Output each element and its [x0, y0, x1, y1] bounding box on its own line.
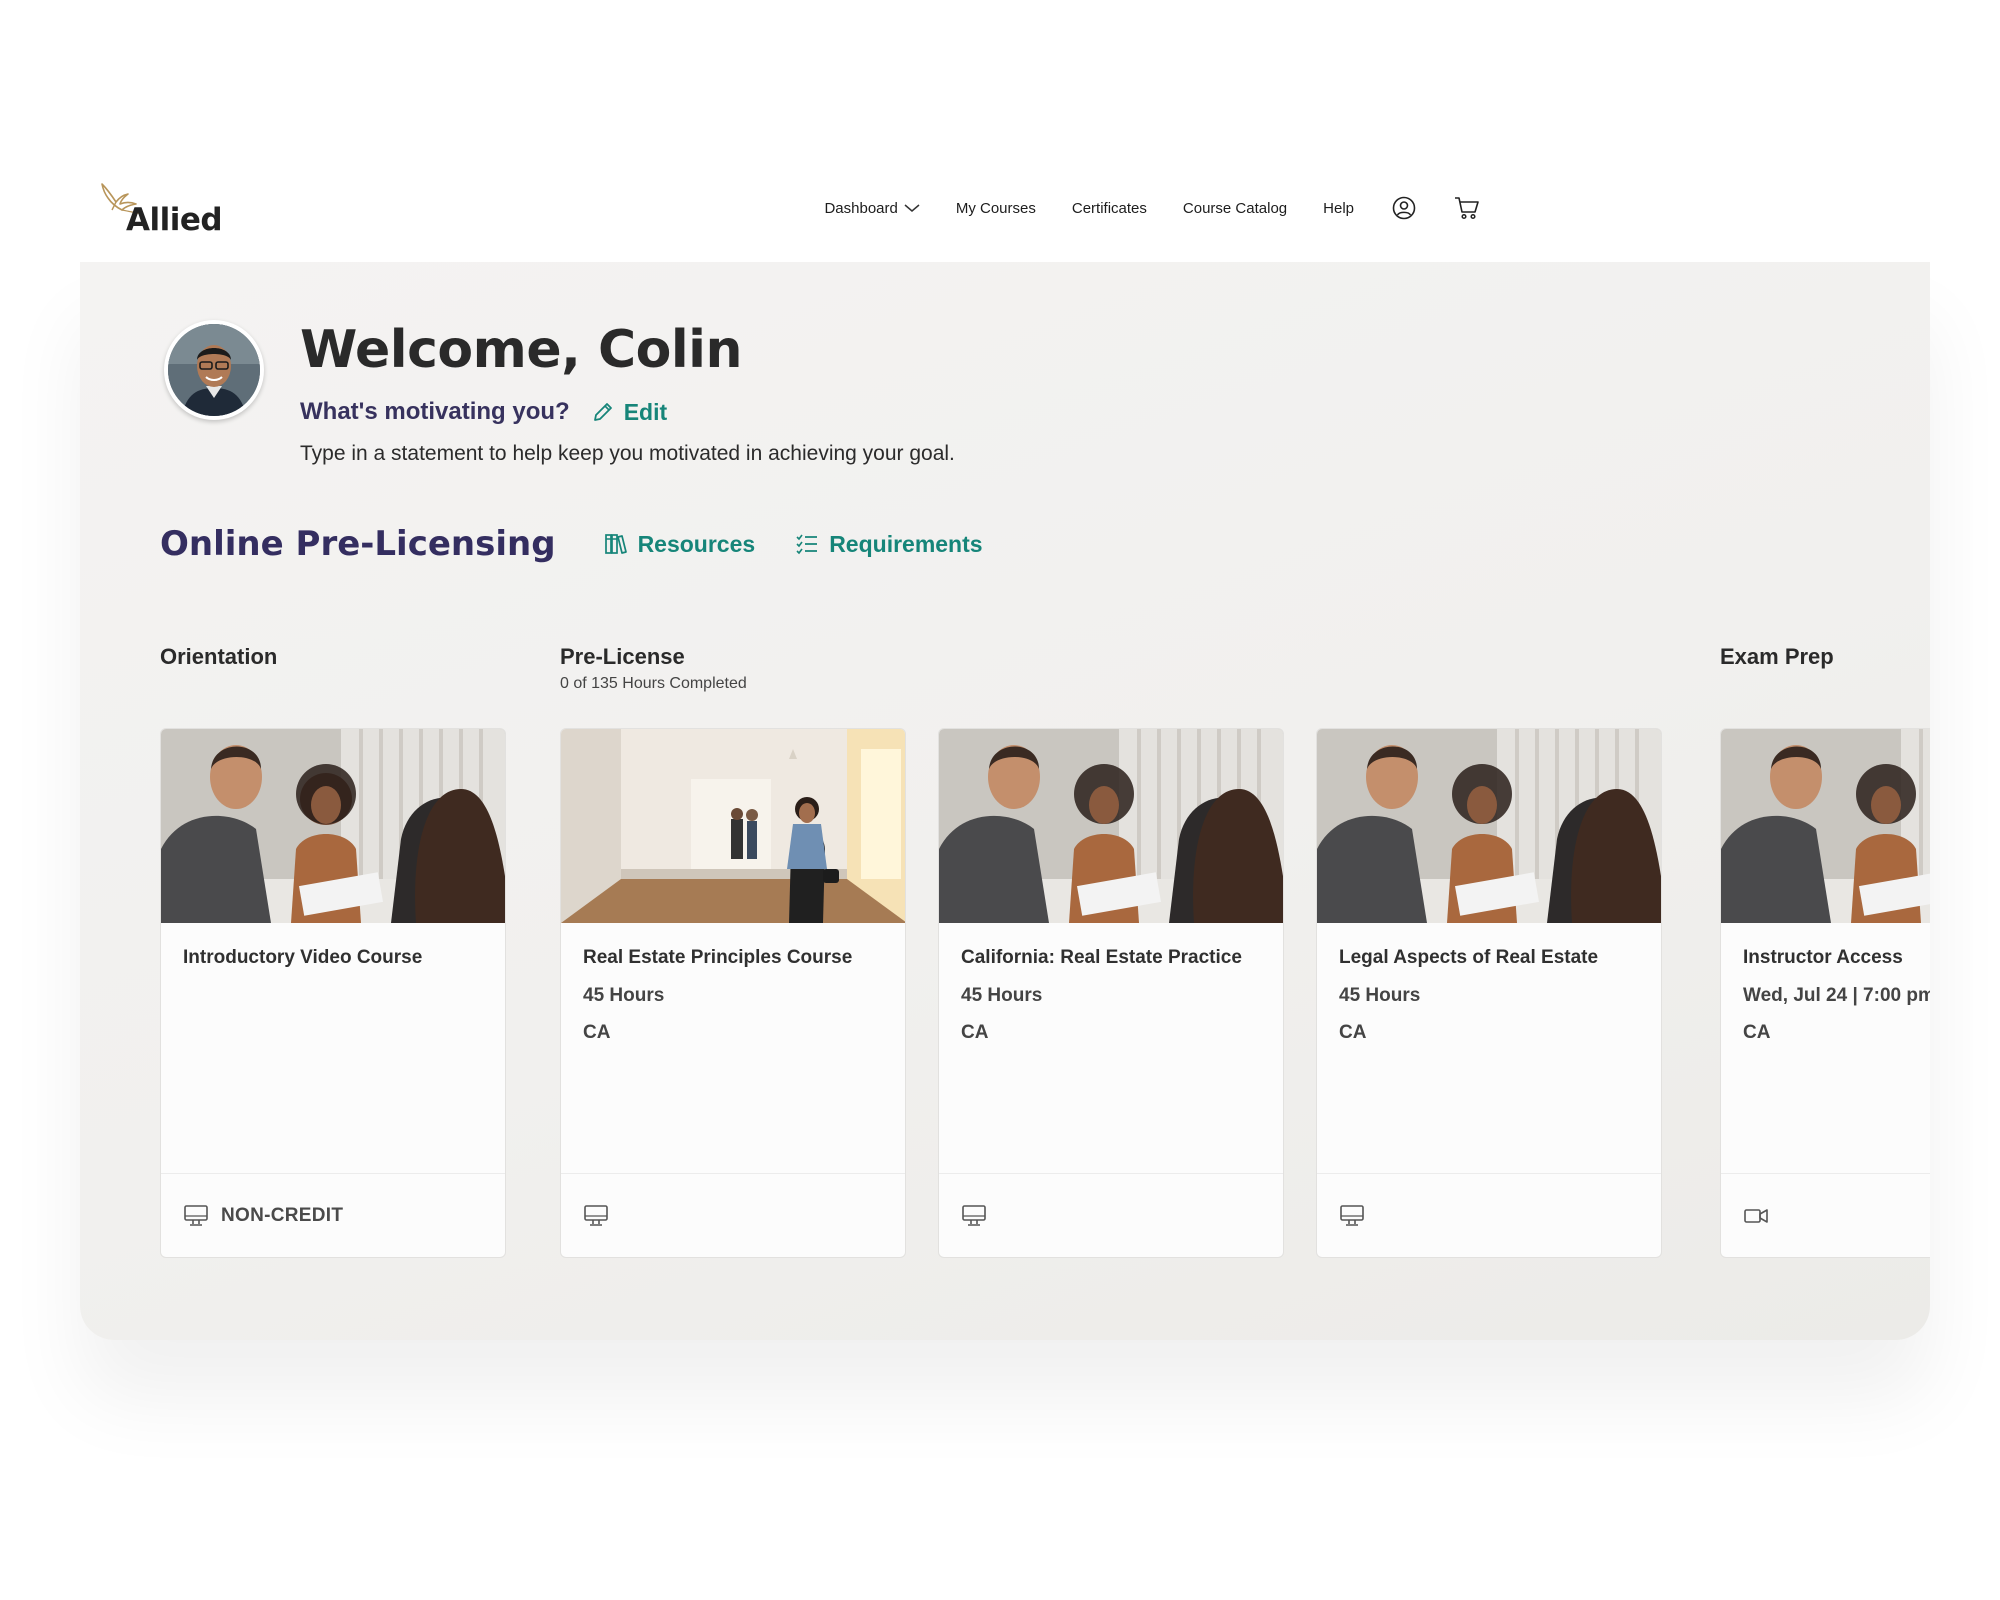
- nav-certificates[interactable]: Certificates: [1072, 200, 1147, 217]
- nav-my-courses[interactable]: My Courses: [956, 200, 1036, 217]
- nav-dashboard-label: Dashboard: [824, 199, 898, 217]
- course-footer: [939, 1173, 1283, 1257]
- course-footer: NON-CREDIT: [161, 1173, 505, 1257]
- section-orientation: Orientation: [160, 644, 278, 669]
- account-button[interactable]: [1392, 196, 1416, 220]
- monitor-icon: [584, 1204, 608, 1226]
- resources-label: Resources: [637, 530, 756, 557]
- course-image: [561, 729, 905, 923]
- course-title: Instructor Access: [1743, 947, 1903, 968]
- requirements-link[interactable]: Requirements: [795, 530, 983, 558]
- site-header: Allied Dashboard My Courses Certificates…: [0, 0, 2000, 262]
- requirements-label: Requirements: [829, 530, 983, 557]
- brand-name: Allied: [126, 202, 223, 238]
- course-card[interactable]: Real Estate Principles Course 45 Hours C…: [560, 728, 906, 1258]
- motivation-question: What's motivating you?: [300, 398, 570, 425]
- checklist-icon: [796, 534, 818, 555]
- course-card[interactable]: Instructor Access Wed, Jul 24 | 7:00 pm …: [1720, 728, 1930, 1258]
- chevron-down-icon: [904, 204, 920, 212]
- nav-help[interactable]: Help: [1323, 200, 1354, 217]
- course-image: [939, 729, 1283, 923]
- avatar-photo: [168, 324, 260, 416]
- section-exam-prep: Exam Prep: [1720, 644, 1834, 669]
- dashboard-panel: Welcome, Colin What's motivating you? Ed…: [80, 262, 1930, 1340]
- section-prelicense: Pre-License: [560, 644, 685, 669]
- course-card[interactable]: California: Real Estate Practice 45 Hour…: [938, 728, 1284, 1258]
- course-credit-label: NON-CREDIT: [221, 1204, 344, 1226]
- course-footer: [561, 1173, 905, 1257]
- course-schedule: Wed, Jul 24 | 7:00 pm: [1743, 985, 1930, 1006]
- course-title: Introductory Video Course: [183, 947, 423, 968]
- video-camera-icon: [1744, 1208, 1768, 1223]
- course-image: [1721, 729, 1930, 923]
- books-icon: [604, 534, 627, 554]
- course-state: CA: [1339, 1022, 1367, 1043]
- course-hours: 45 Hours: [961, 985, 1043, 1006]
- monitor-icon: [962, 1204, 986, 1226]
- main-nav: Dashboard My Courses Certificates Course…: [824, 196, 1480, 220]
- course-state: CA: [583, 1022, 611, 1043]
- course-state: CA: [1743, 1022, 1771, 1043]
- course-card[interactable]: Introductory Video Course NON-CREDIT: [160, 728, 506, 1258]
- edit-motivation-button[interactable]: Edit: [592, 399, 667, 426]
- course-image: [1317, 729, 1661, 923]
- motivation-row: What's motivating you? Edit: [300, 398, 667, 426]
- program-header: Online Pre-Licensing Resources Requireme…: [160, 524, 983, 564]
- course-footer: [1721, 1173, 1930, 1257]
- user-circle-icon: [1392, 196, 1416, 220]
- motivation-statement[interactable]: Type in a statement to help keep you mot…: [300, 442, 955, 466]
- course-image: [161, 729, 505, 923]
- course-footer: [1317, 1173, 1661, 1257]
- avatar[interactable]: [164, 320, 264, 420]
- monitor-icon: [1340, 1204, 1364, 1226]
- edit-label: Edit: [623, 398, 668, 425]
- welcome-heading: Welcome, Colin: [300, 320, 743, 380]
- pencil-icon: [593, 403, 612, 421]
- program-title: Online Pre-Licensing: [160, 524, 556, 564]
- monitor-icon: [184, 1204, 208, 1226]
- nav-dashboard[interactable]: Dashboard: [824, 199, 920, 217]
- prelicense-progress: 0 of 135 Hours Completed: [560, 675, 747, 692]
- course-card[interactable]: Legal Aspects of Real Estate 45 Hours CA: [1316, 728, 1662, 1258]
- cart-icon: [1455, 197, 1479, 220]
- course-state: CA: [961, 1022, 989, 1043]
- course-title: Real Estate Principles Course: [583, 947, 853, 968]
- cart-button[interactable]: [1454, 196, 1480, 220]
- course-title: Legal Aspects of Real Estate: [1339, 947, 1599, 968]
- allied-logo[interactable]: Allied: [98, 180, 228, 240]
- course-hours: 45 Hours: [1339, 985, 1421, 1006]
- nav-course-catalog[interactable]: Course Catalog: [1183, 200, 1287, 217]
- course-title: California: Real Estate Practice: [961, 947, 1242, 968]
- resources-link[interactable]: Resources: [604, 530, 756, 558]
- course-hours: 45 Hours: [583, 985, 665, 1006]
